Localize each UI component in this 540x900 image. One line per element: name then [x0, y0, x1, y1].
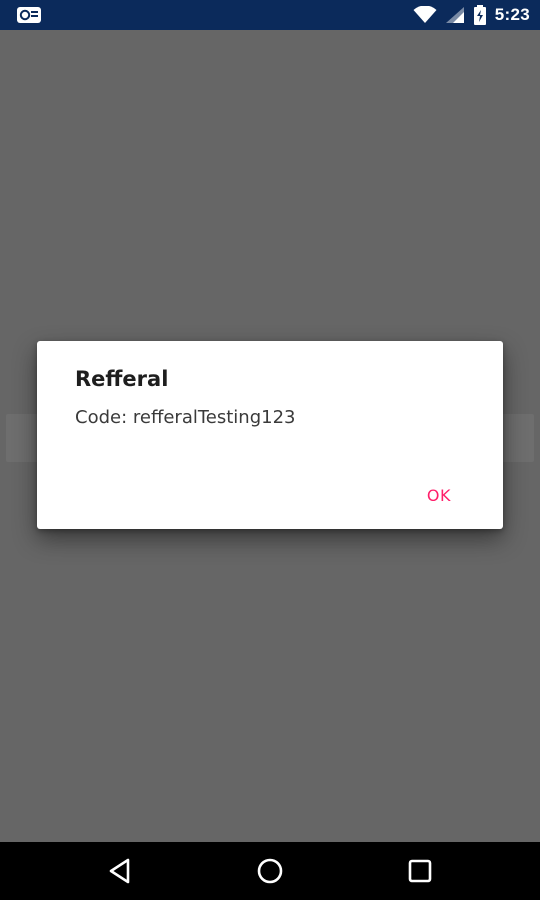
navigation-bar [0, 842, 540, 900]
referral-dialog: Refferal Code: refferalTesting123 OK [37, 341, 503, 529]
battery-charging-icon [473, 5, 486, 25]
ok-button[interactable]: OK [427, 486, 451, 505]
status-bar: 5:23 [0, 0, 540, 30]
dialog-title: Refferal [75, 367, 169, 391]
app-screen: 5:23 Refferal Code: refferalTesting123 O… [0, 0, 540, 900]
signal-icon [445, 7, 464, 23]
home-icon[interactable] [255, 856, 285, 886]
wifi-icon [413, 6, 437, 23]
back-icon[interactable] [106, 856, 136, 886]
dialog-message: Code: refferalTesting123 [75, 407, 296, 428]
recents-icon[interactable] [405, 856, 435, 886]
notification-mail-icon [17, 7, 41, 23]
status-time: 5:23 [494, 5, 530, 24]
status-icons: 5:23 [413, 0, 530, 30]
